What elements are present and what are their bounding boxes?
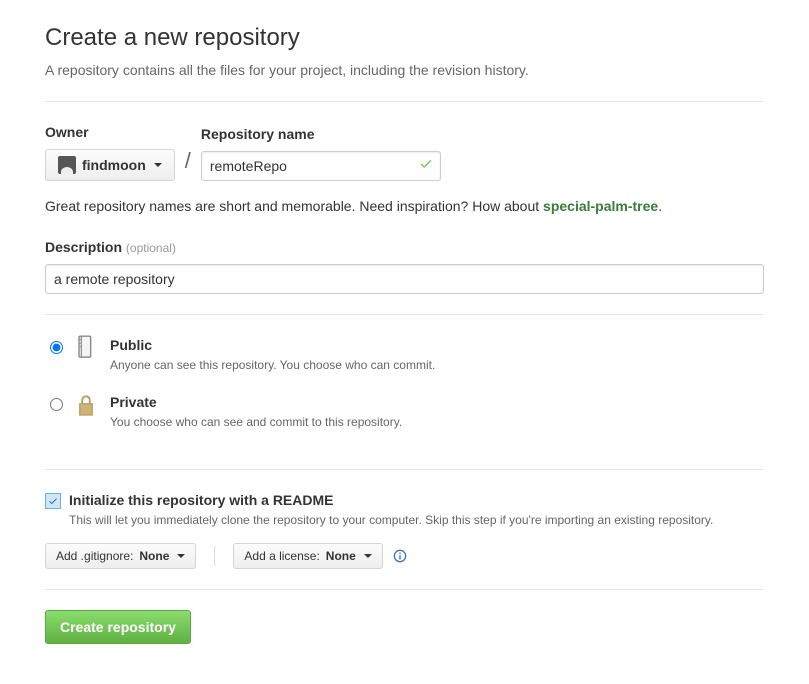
public-desc: Anyone can see this repository. You choo… [110, 356, 435, 374]
create-repository-button[interactable]: Create repository [45, 610, 191, 644]
caret-down-icon [364, 554, 372, 558]
private-desc: You choose who can see and commit to thi… [110, 413, 402, 431]
info-icon[interactable] [393, 549, 407, 563]
readme-label: Initialize this repository with a README [69, 490, 713, 511]
path-separator: / [183, 144, 193, 181]
avatar-icon [58, 156, 76, 174]
public-label: Public [110, 335, 435, 356]
owner-select-button[interactable]: findmoon [45, 149, 175, 181]
readme-desc: This will let you immediately clone the … [69, 511, 713, 529]
name-hint: Great repository names are short and mem… [45, 196, 764, 217]
check-icon [419, 156, 433, 177]
separator [214, 546, 215, 566]
public-radio[interactable] [50, 341, 63, 354]
suggestion-link[interactable]: special-palm-tree [543, 198, 658, 214]
page-subtitle: A repository contains all the files for … [45, 60, 764, 81]
page-title: Create a new repository [45, 20, 764, 56]
repo-name-label: Repository name [201, 124, 441, 145]
description-label: Description (optional) [45, 237, 764, 258]
owner-username: findmoon [82, 157, 146, 173]
repo-icon [76, 335, 100, 363]
caret-down-icon [177, 554, 185, 558]
description-input[interactable] [45, 264, 764, 294]
private-radio[interactable] [50, 398, 63, 411]
repo-name-input[interactable] [201, 151, 441, 181]
private-label: Private [110, 392, 402, 413]
lock-icon [76, 392, 100, 420]
owner-label: Owner [45, 122, 175, 143]
license-select-button[interactable]: Add a license: None [233, 543, 382, 569]
readme-checkbox[interactable] [45, 493, 61, 509]
caret-down-icon [154, 163, 162, 167]
gitignore-select-button[interactable]: Add .gitignore: None [45, 543, 196, 569]
